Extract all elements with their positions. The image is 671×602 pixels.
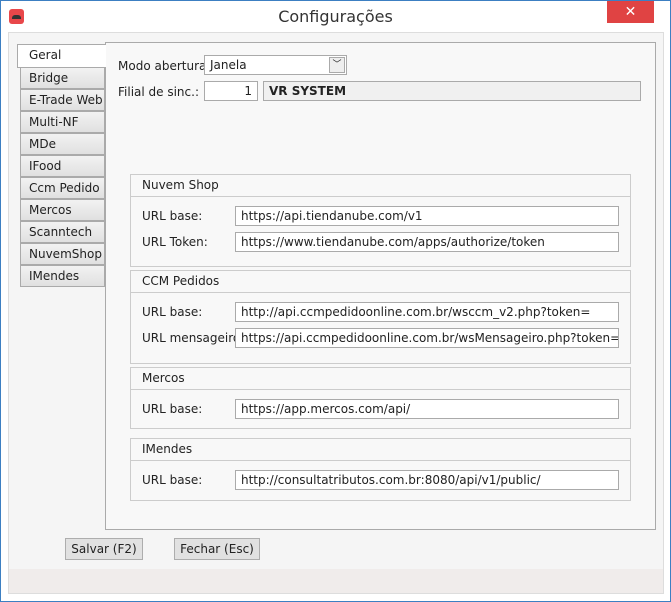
field-label: URL base: (142, 402, 203, 416)
filial-name: VR SYSTEM (263, 81, 641, 101)
field-label: URL base: (142, 209, 203, 223)
url-input[interactable]: https://api.tiendanube.com/v1 (235, 206, 619, 226)
close-dialog-button[interactable]: Fechar (Esc) (174, 538, 260, 560)
field-label: URL base: (142, 473, 203, 487)
status-bar (9, 569, 663, 593)
close-button[interactable]: ✕ (607, 1, 654, 23)
save-button[interactable]: Salvar (F2) (65, 538, 143, 560)
field-label: URL Token: (142, 235, 208, 249)
tab-mercos[interactable]: Mercos (20, 199, 105, 221)
filial-label: Filial de sinc.: (118, 85, 199, 99)
url-input[interactable]: http://consultatributos.com.br:8080/api/… (235, 470, 619, 490)
filial-input[interactable]: 1 (204, 81, 258, 101)
field-label: URL base: (142, 305, 203, 319)
url-input[interactable]: http://api.ccmpedidoonline.com.br/wsccm_… (235, 302, 619, 322)
group-title: Nuvem Shop (131, 175, 630, 197)
group-title: IMendes (131, 439, 630, 461)
tab-mde[interactable]: MDe (20, 133, 105, 155)
modo-label: Modo abertura: (118, 59, 211, 73)
group-mercos: Mercos (130, 367, 631, 429)
tab-scanntech[interactable]: Scanntech (20, 221, 105, 243)
tab-geral[interactable]: Geral (17, 44, 106, 68)
url-input[interactable]: https://app.mercos.com/api/ (235, 399, 619, 419)
url-input[interactable]: https://api.ccmpedidoonline.com.br/wsMen… (235, 328, 619, 348)
modo-select[interactable]: Janela ﹀ (204, 55, 347, 75)
tab-e-trade-web[interactable]: E-Trade Web (20, 89, 105, 111)
tab-ifood[interactable]: IFood (20, 155, 105, 177)
window-title: Configurações (278, 7, 393, 26)
config-window: Configurações ✕ Geral Bridge E-Trade Web Mu… (0, 0, 671, 602)
group-title: Mercos (131, 368, 630, 390)
chevron-down-icon[interactable]: ﹀ (329, 57, 345, 73)
tab-multi-nf[interactable]: Multi-NF (20, 111, 105, 133)
tab-ccm-pedido[interactable]: Ccm Pedido (20, 177, 105, 199)
tab-imendes[interactable]: IMendes (20, 265, 105, 287)
group-title: CCM Pedidos (131, 271, 630, 293)
field-label: URL mensageiro: (142, 331, 245, 345)
tab-nuvemshop[interactable]: NuvemShop (20, 243, 105, 265)
tab-bridge[interactable]: Bridge (20, 67, 105, 89)
modo-value: Janela (210, 58, 247, 72)
url-input[interactable]: https://www.tiendanube.com/apps/authoriz… (235, 232, 619, 252)
